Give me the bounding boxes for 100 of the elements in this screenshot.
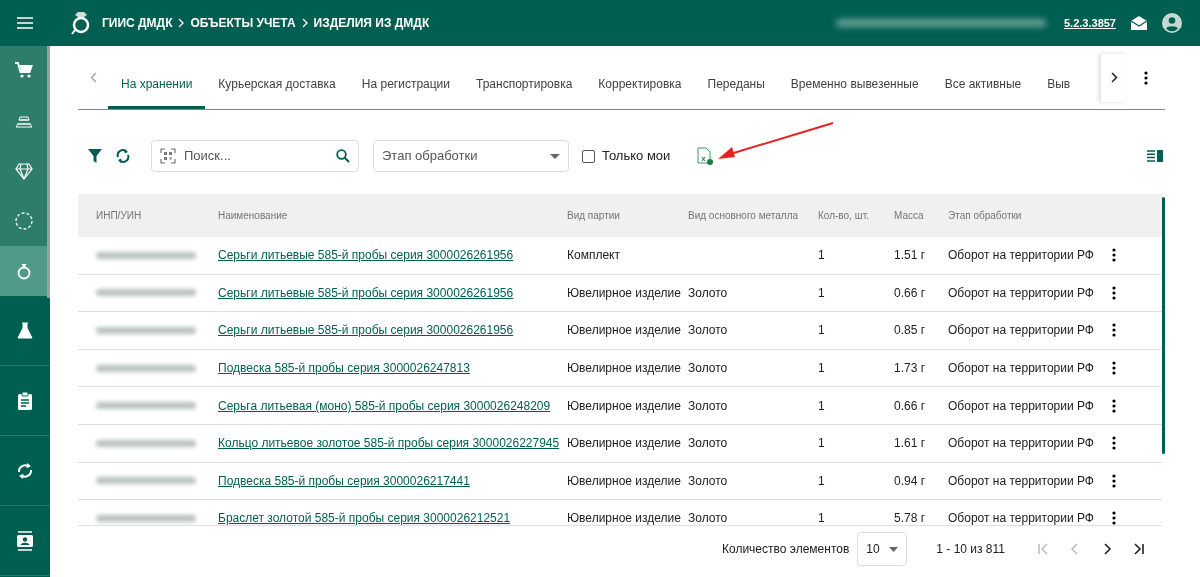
row-menu-button[interactable] xyxy=(1112,436,1116,451)
account-button[interactable] xyxy=(1162,13,1182,33)
table-cell: Оборот на территории РФ xyxy=(948,323,1094,338)
breadcrumb-link[interactable]: ГИИС ДМДК xyxy=(102,14,173,32)
tab[interactable]: Транспортировка xyxy=(463,61,586,109)
table-cell: 1 xyxy=(818,285,825,300)
table-cell: 1.61 г xyxy=(894,436,926,451)
page-size-select[interactable]: 10 xyxy=(857,532,908,566)
table-cell: Золото xyxy=(688,285,728,300)
table-cell: Оборот на территории РФ xyxy=(948,398,1094,413)
table-cell: Золото xyxy=(688,511,728,525)
column-header[interactable]: Кол-во, шт. xyxy=(818,208,894,223)
item-link[interactable]: Серьги литьевые 585-й пробы серия 3000026261956 xyxy=(218,285,514,300)
stage-select[interactable]: Этап обработки xyxy=(373,140,569,172)
dropdown-caret-icon xyxy=(889,546,899,552)
table-cell: Золото xyxy=(688,436,728,451)
table-cell: 0.94 г xyxy=(894,473,926,488)
export-excel-button[interactable] xyxy=(696,147,715,165)
table-cell: 1 xyxy=(818,248,825,263)
checkbox[interactable] xyxy=(582,149,595,163)
table-cell: Ювелирное изделие xyxy=(567,285,681,300)
breadcrumb-link[interactable]: ИЗДЕЛИЯ ИЗ ДМДК xyxy=(313,14,430,32)
diamond-icon xyxy=(13,161,34,181)
refresh-button[interactable] xyxy=(116,148,130,164)
table-cell: Ювелирное изделие xyxy=(567,436,681,451)
scrollbar-thumb[interactable] xyxy=(47,46,50,298)
table-cell: Ювелирное изделие xyxy=(567,473,681,488)
tab[interactable]: Корректировка xyxy=(585,61,695,109)
column-header[interactable]: Вид партии xyxy=(567,208,688,223)
item-link[interactable]: Браслет золотой 585-й пробы серия 3000026212521 xyxy=(218,511,511,525)
item-link[interactable]: Подвеска 585-й пробы серия 3000026247813 xyxy=(218,361,470,376)
column-header[interactable]: Масса xyxy=(894,208,948,223)
mail-button[interactable] xyxy=(1130,15,1148,31)
account-icon xyxy=(1162,13,1182,33)
column-header[interactable]: Этап обработки xyxy=(948,208,1108,223)
item-link[interactable]: Серьга литьевая (моно) 585-й пробы серия 3000026248209 xyxy=(218,398,551,413)
table-cell: Ювелирное изделие xyxy=(567,323,681,338)
flask-icon xyxy=(15,320,35,341)
page-range: 1 - 10 из 811 xyxy=(936,541,1005,558)
table-cell: Золото xyxy=(688,398,728,413)
breadcrumb-link[interactable]: ОБЪЕКТЫ УЧЕТА xyxy=(190,14,296,32)
row-menu-button[interactable] xyxy=(1112,511,1116,525)
row-menu-button[interactable] xyxy=(1112,473,1116,488)
qr-scan-icon xyxy=(160,148,176,164)
row-menu-button[interactable] xyxy=(1112,248,1116,263)
table-cell: Ювелирное изделие xyxy=(567,398,681,413)
more-vertical-icon xyxy=(1112,473,1116,488)
search-input[interactable]: Поиск... xyxy=(184,146,336,166)
tab[interactable]: Курьерская доставка xyxy=(205,61,349,109)
ring-logo-icon xyxy=(70,10,92,36)
columns-icon xyxy=(1147,150,1163,162)
row-menu-button[interactable] xyxy=(1112,361,1116,376)
table-cell: 1 xyxy=(818,473,825,488)
dropdown-caret-icon xyxy=(550,153,560,159)
item-link[interactable]: Кольцо литьевое золотое 585-й пробы серия 3000026227945 xyxy=(218,436,560,451)
more-vertical-icon xyxy=(1112,436,1116,451)
row-menu-button[interactable] xyxy=(1112,285,1116,300)
chevron-right-icon xyxy=(301,18,308,28)
filter-button[interactable] xyxy=(88,149,102,163)
tab[interactable]: Все активные xyxy=(931,61,1035,109)
excel-file-icon xyxy=(696,147,715,165)
clipboard-icon xyxy=(15,390,35,411)
tab[interactable]: Переданы xyxy=(694,61,778,109)
menu-icon xyxy=(17,17,33,29)
tab[interactable]: На хранении xyxy=(108,61,206,109)
sync-icon xyxy=(15,460,35,481)
column-header[interactable]: Наименование xyxy=(218,208,567,223)
version-link[interactable]: 5.2.3.3857 xyxy=(1064,14,1116,32)
table-cell: Оборот на территории РФ xyxy=(948,436,1094,451)
table-cell: Оборот на территории РФ xyxy=(948,511,1094,525)
chevron-right-icon xyxy=(1110,72,1118,83)
table-cell: 1.51 г xyxy=(894,248,926,263)
tab[interactable]: На регистрации xyxy=(348,61,463,109)
contact-card-icon xyxy=(15,530,35,551)
item-link[interactable]: Серьги литьевые 585-й пробы серия 3000026261956 xyxy=(218,323,514,338)
table-cell: 1.73 г xyxy=(894,361,926,376)
more-vertical-icon xyxy=(1112,361,1116,376)
tab[interactable]: Временно вывезенные xyxy=(777,61,932,109)
item-link[interactable]: Серьги литьевые 585-й пробы серия 3000026261956 xyxy=(218,248,514,263)
tab[interactable]: Выв xyxy=(1034,61,1084,109)
search-field[interactable]: Поиск... xyxy=(151,140,359,172)
table-scrollbar-thumb[interactable] xyxy=(1162,197,1165,454)
row-menu-button[interactable] xyxy=(1112,398,1116,413)
column-view-button[interactable] xyxy=(1147,150,1163,162)
column-header[interactable]: ИНП/УИН xyxy=(78,208,218,223)
table-cell: Комплект xyxy=(567,248,620,263)
table-cell: Оборот на территории РФ xyxy=(948,248,1094,263)
column-header[interactable]: Вид основного металла xyxy=(688,208,818,223)
search-icon xyxy=(336,149,350,163)
table-cell: Оборот на территории РФ xyxy=(948,361,1094,376)
table-cell: 0.66 г xyxy=(894,285,926,300)
checkbox-label[interactable]: Только мои xyxy=(602,146,671,166)
page-size-label: Количество элементов xyxy=(722,541,850,558)
table-cell: Оборот на территории РФ xyxy=(948,473,1094,488)
table-cell: Золото xyxy=(688,473,728,488)
table-cell: Ювелирное изделие xyxy=(567,511,681,525)
filter-icon xyxy=(88,149,102,163)
item-link[interactable]: Подвеска 585-й пробы серия 3000026217441 xyxy=(218,473,470,488)
row-menu-button[interactable] xyxy=(1112,323,1116,338)
table-cell: 1 xyxy=(818,323,825,338)
